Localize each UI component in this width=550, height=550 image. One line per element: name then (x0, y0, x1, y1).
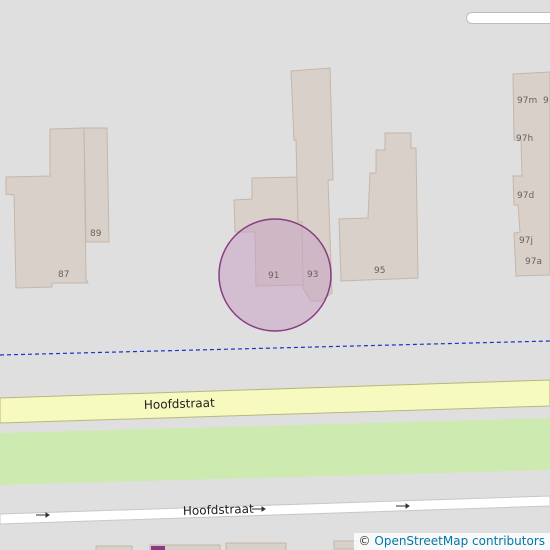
house-number-97j: 97j (519, 236, 533, 246)
map-attribution: © OpenStreetMap contributors (353, 533, 550, 550)
building-bottom[interactable] (95, 545, 133, 550)
building-89[interactable] (83, 127, 110, 243)
house-number-97m: 97m (517, 96, 537, 106)
attribution-link[interactable]: OpenStreetMap contributors (374, 534, 545, 548)
house-number-9: 9 (543, 96, 549, 106)
grass-area (0, 418, 550, 485)
house-number-87: 87 (58, 270, 69, 280)
boundary-line (0, 340, 550, 356)
buildings-bottom-row (95, 540, 359, 550)
poi-marker (151, 546, 165, 550)
house-number-89: 89 (90, 229, 102, 239)
copyright-icon: © (358, 534, 371, 548)
main-road[interactable] (0, 379, 550, 424)
house-number-95: 95 (374, 266, 385, 276)
street-label-lower: Hoofdstraat (183, 502, 255, 518)
house-number-97d: 97d (517, 191, 534, 201)
map-layer[interactable]: 87 89 91 93 95 97m 9 97h 97d 97j 97a Hoo… (0, 0, 550, 550)
building-87[interactable] (5, 127, 89, 289)
building-95[interactable] (338, 132, 419, 282)
building-bottom[interactable] (225, 542, 287, 550)
search-bar[interactable] (466, 12, 550, 24)
street-label-upper: Hoofdstraat (144, 396, 216, 412)
house-number-93: 93 (307, 270, 318, 280)
house-number-91: 91 (268, 271, 279, 281)
service-road[interactable] (0, 495, 550, 525)
map-canvas[interactable]: 87 89 91 93 95 97m 9 97h 97d 97j 97a Hoo… (0, 0, 550, 550)
house-number-97h: 97h (516, 134, 533, 144)
house-number-97a: 97a (525, 257, 542, 267)
